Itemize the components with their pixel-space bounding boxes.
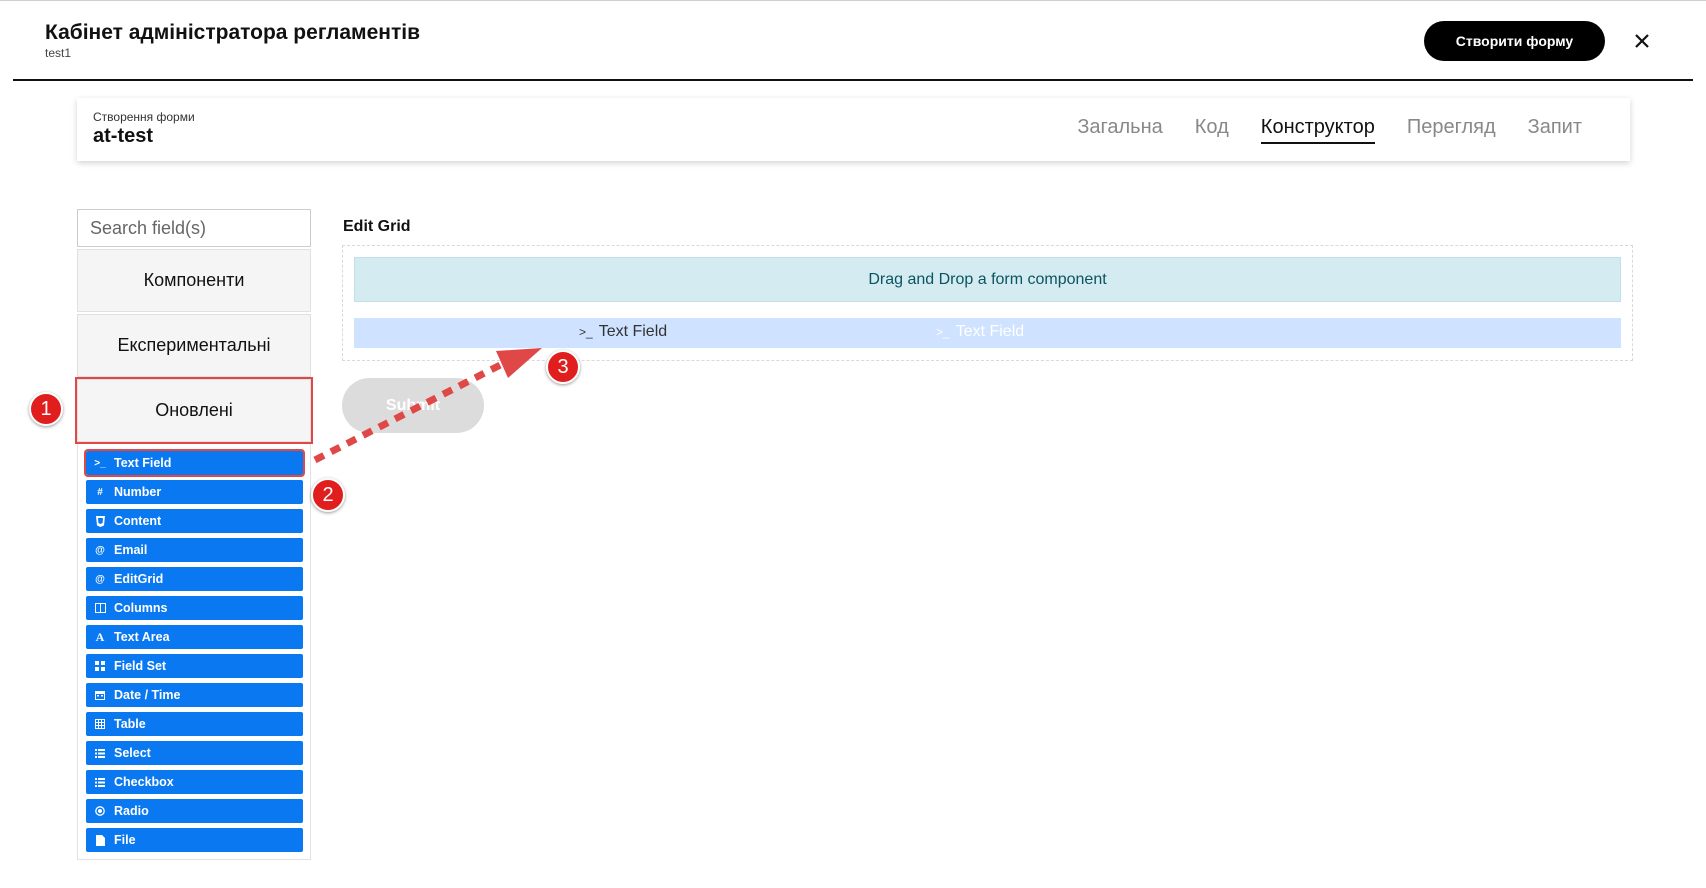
- group-experimental[interactable]: Експериментальні: [77, 314, 311, 377]
- component-label: Table: [114, 717, 146, 731]
- annotation-marker-1: 1: [29, 392, 63, 426]
- component-label: Email: [114, 543, 148, 557]
- component-sidebar: Компоненти Експериментальні Оновлені >_ …: [75, 209, 313, 860]
- annotation-marker-2: 2: [311, 478, 345, 512]
- list-icon: [94, 777, 106, 787]
- component-editgrid[interactable]: @ EditGrid: [86, 567, 303, 591]
- component-text-area[interactable]: A Text Area: [86, 625, 303, 649]
- annotation-marker-3: 3: [546, 350, 580, 384]
- component-table[interactable]: Table: [86, 712, 303, 736]
- tab-preview[interactable]: Перегляд: [1407, 116, 1496, 144]
- group-components[interactable]: Компоненти: [77, 249, 311, 312]
- calendar-icon: [94, 690, 106, 700]
- close-icon[interactable]: [1630, 29, 1654, 53]
- search-fields-input[interactable]: [77, 209, 311, 247]
- terminal-icon: >_: [94, 457, 106, 469]
- at-icon: @: [95, 573, 105, 585]
- component-columns[interactable]: Columns: [86, 596, 303, 620]
- component-number[interactable]: # Number: [86, 480, 303, 504]
- dragged-component-label: >_ Text Field: [579, 323, 667, 341]
- component-checkbox[interactable]: Checkbox: [86, 770, 303, 794]
- component-label: Text Field: [114, 456, 172, 470]
- drag-label-text: Text Field: [598, 323, 668, 340]
- app-header: Кабінет адміністратора регламентів test1…: [0, 0, 1706, 81]
- component-label: Field Set: [114, 659, 167, 673]
- form-builder-area: Drag and Drop a form component >_ Text Fi…: [342, 245, 1633, 361]
- component-list: >_ Text Field # Number Content @ Email @…: [84, 449, 305, 857]
- component-radio[interactable]: Radio: [86, 799, 303, 823]
- drag-ghost-text: Text Field: [955, 323, 1025, 340]
- component-label: EditGrid: [114, 572, 164, 586]
- submit-button[interactable]: Submit: [342, 378, 484, 433]
- component-label: Checkbox: [114, 775, 174, 789]
- file-icon: [94, 834, 106, 846]
- component-label: File: [114, 833, 136, 847]
- app-title: Кабінет адміністратора регламентів: [45, 21, 420, 44]
- grid-icon: [94, 661, 106, 671]
- component-label: Date / Time: [114, 688, 181, 702]
- html5-icon: [94, 515, 106, 527]
- component-select[interactable]: Select: [86, 741, 303, 765]
- tab-code[interactable]: Код: [1195, 116, 1229, 144]
- font-icon: A: [95, 629, 105, 644]
- hash-icon: #: [97, 486, 103, 498]
- component-text-field[interactable]: >_ Text Field: [84, 449, 305, 477]
- form-header-card: Створення форми at-test Загальна Код Кон…: [77, 98, 1630, 161]
- drag-ghost-label: >_ Text Field: [936, 323, 1024, 341]
- terminal-icon: >_: [936, 325, 950, 339]
- app-subtitle: test1: [45, 46, 72, 60]
- component-label: Text Area: [114, 630, 170, 644]
- component-email[interactable]: @ Email: [86, 538, 303, 562]
- create-form-button[interactable]: Створити форму: [1424, 21, 1605, 61]
- columns-icon: [94, 603, 106, 613]
- component-field-set[interactable]: Field Set: [86, 654, 303, 678]
- tab-request[interactable]: Запит: [1528, 116, 1582, 144]
- terminal-icon: >_: [579, 325, 593, 339]
- component-content[interactable]: Content: [86, 509, 303, 533]
- drop-zone[interactable]: Drag and Drop a form component: [354, 257, 1621, 302]
- edit-grid-label: Edit Grid: [343, 218, 411, 235]
- component-label: Content: [114, 514, 162, 528]
- form-caption: Створення форми: [93, 110, 195, 124]
- at-icon: @: [95, 544, 105, 556]
- form-tabs: Загальна Код Конструктор Перегляд Запит: [1077, 116, 1582, 144]
- component-label: Select: [114, 746, 151, 760]
- component-file[interactable]: File: [86, 828, 303, 852]
- drag-placeholder-row: >_ Text Field >_ Text Field: [354, 318, 1621, 348]
- tab-general[interactable]: Загальна: [1077, 116, 1162, 144]
- form-name: at-test: [93, 125, 154, 147]
- tab-constructor[interactable]: Конструктор: [1260, 116, 1375, 144]
- component-date-time[interactable]: Date / Time: [86, 683, 303, 707]
- component-label: Radio: [114, 804, 149, 818]
- group-updated[interactable]: Оновлені: [75, 377, 313, 444]
- radio-icon: [94, 806, 106, 816]
- table-icon: [94, 719, 106, 729]
- component-label: Number: [114, 485, 162, 499]
- list-icon: [94, 748, 106, 758]
- component-panel: >_ Text Field # Number Content @ Email @…: [77, 444, 311, 860]
- header-divider: [13, 79, 1693, 81]
- component-label: Columns: [114, 601, 168, 615]
